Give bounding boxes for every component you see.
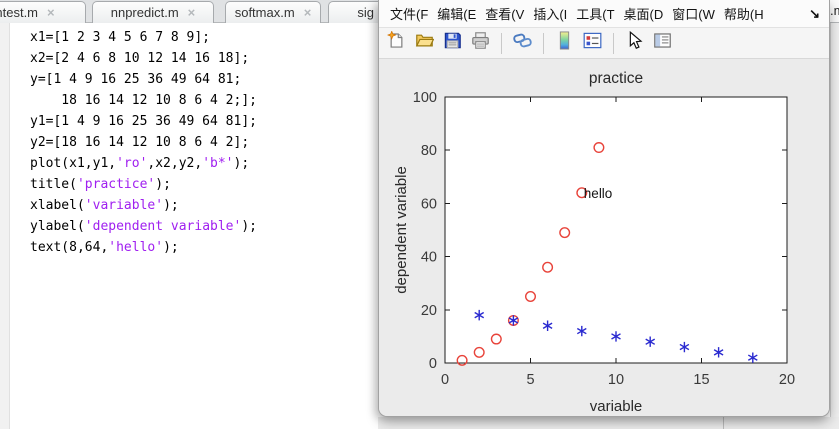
link-plot-button[interactable]: [510, 31, 535, 56]
menu-item-window[interactable]: 窗口(W: [670, 3, 717, 24]
property-inspector-button[interactable]: [650, 31, 675, 56]
x-tick-label: 10: [608, 372, 624, 388]
plot-axes-box: [445, 97, 787, 363]
property-inspector-icon: [653, 31, 672, 55]
figure-canvas[interactable]: 0 5 10 15 20 0 20 40 60 80 100 hello practice variabl…: [379, 59, 829, 416]
plot-annotation-hello: hello: [584, 186, 613, 201]
new-figure-button[interactable]: [384, 31, 409, 56]
print-figure-button[interactable]: [468, 31, 493, 56]
menu-item-file[interactable]: 文件(F: [388, 3, 430, 24]
background-tab-fragment: .m: [830, 0, 839, 23]
editor-tab[interactable]: ntest.m ×: [0, 1, 86, 23]
figure-toolbar: [379, 28, 829, 59]
y-axis-label: dependent variable: [393, 166, 410, 294]
editor-tab[interactable]: nnpredict.m ×: [92, 1, 214, 23]
x-tick-label: 15: [693, 372, 709, 388]
print-figure-icon: [471, 31, 490, 55]
insert-colorbar-button[interactable]: [552, 31, 577, 56]
insert-colorbar-icon: [555, 31, 574, 55]
x-axis-label: variable: [590, 398, 643, 415]
plot-title: practice: [589, 70, 643, 87]
editor-tab-label: sig: [357, 5, 374, 20]
save-figure-button[interactable]: [440, 31, 465, 56]
open-file-icon: [415, 31, 434, 55]
menu-item-tools[interactable]: 工具(T: [574, 3, 616, 24]
tab-close-icon[interactable]: ×: [188, 6, 196, 19]
desktop-bottom-strip: [378, 417, 839, 429]
background-scrollbar-strip: [830, 23, 839, 429]
matlab-desktop: ntest.m×nnpredict.m×softmax.m×sig× x1=[1…: [0, 0, 839, 429]
menu-item-insert[interactable]: 插入(I: [531, 3, 569, 24]
editor-tab-label: nnpredict.m: [111, 5, 179, 20]
y-tick-label: 60: [421, 196, 437, 212]
menu-item-desktop[interactable]: 桌面(D: [622, 3, 666, 24]
y-tick-label: 40: [421, 250, 437, 266]
editor-tab[interactable]: softmax.m ×: [225, 1, 321, 23]
plot-svg: 0 5 10 15 20 0 20 40 60 80 100 hello practice variabl…: [379, 59, 829, 416]
save-figure-icon: [443, 31, 462, 55]
editor-tab-label: ntest.m: [0, 5, 38, 20]
editor-gutter[interactable]: [0, 23, 10, 429]
toolbar-separator: [501, 33, 502, 54]
insert-legend-button[interactable]: [580, 31, 605, 56]
y-tick-label: 0: [429, 356, 437, 372]
menu-item-edit[interactable]: 编辑(E: [435, 3, 478, 24]
menu-overflow-chevron[interactable]: ↘: [809, 6, 820, 22]
edit-plot-icon: [625, 31, 644, 55]
toolbar-separator: [543, 33, 544, 54]
y-tick-label: 20: [421, 303, 437, 319]
x-tick-label: 20: [779, 372, 795, 388]
menu-item-help[interactable]: 帮助(H: [722, 3, 766, 24]
figure-menubar: 文件(F编辑(E查看(V插入(I工具(T 桌面(D窗口(W帮助(H ↘: [379, 0, 829, 28]
new-figure-icon: [387, 31, 406, 55]
x-tick-label: 5: [526, 372, 534, 388]
editor-tab-label: softmax.m: [235, 5, 295, 20]
y-tick-label: 80: [421, 143, 437, 159]
panel-divider-line: [723, 417, 724, 429]
menu-item-view[interactable]: 查看(V: [483, 3, 526, 24]
edit-plot-button[interactable]: [622, 31, 647, 56]
tab-close-icon[interactable]: ×: [47, 6, 55, 19]
link-plot-icon: [513, 31, 532, 55]
toolbar-separator: [613, 33, 614, 54]
y-tick-label: 100: [413, 90, 437, 106]
background-window-sliver: .m: [830, 0, 839, 429]
figure-window: 文件(F编辑(E查看(V插入(I工具(T 桌面(D窗口(W帮助(H ↘ 0 5 10 15…: [378, 0, 830, 417]
insert-legend-icon: [583, 31, 602, 55]
open-file-button[interactable]: [412, 31, 437, 56]
x-tick-label: 0: [441, 372, 449, 388]
tab-close-icon[interactable]: ×: [304, 6, 312, 19]
